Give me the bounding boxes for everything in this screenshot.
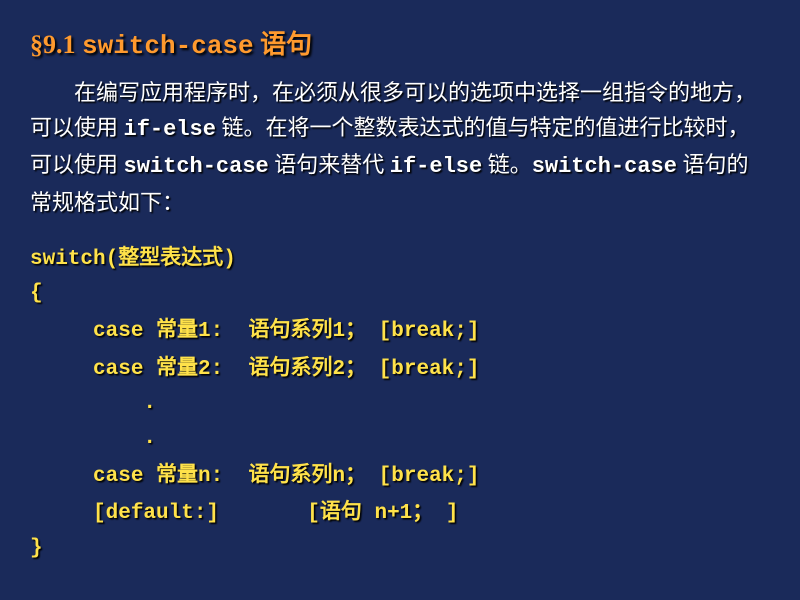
code-l1b: 整型表达式 [118,245,223,269]
code-l8c: n+1 [362,502,412,525]
code-l2: { [30,282,43,305]
code-l8a: [default:] [ [30,502,320,525]
code-l7f: ； [345,462,366,486]
title-label: 语句 [260,30,312,59]
code-l7b: 常量 [156,462,198,486]
slide-title: §9.1 switch-case 语句 [30,24,770,61]
indent [30,75,74,110]
code-l4c: 2: [198,358,248,381]
code-l4g: [break;] [366,358,479,381]
code-l8d: ； [412,499,433,523]
code-l4b: 常量 [156,355,198,379]
code-l7a: case [30,465,156,488]
code-l3c: 1: [198,320,248,343]
code-l3d: 语句系列 [248,317,332,341]
code-l3g: [break;] [366,320,479,343]
code-l3a: case [30,320,156,343]
para-c1: if-else [124,117,216,142]
para-t4: 链。 [482,152,532,177]
para-t3: 语句来替代 [269,152,390,177]
code-l3e: 1 [332,320,345,343]
code-l4f: ； [345,355,366,379]
code-block: switch(整型表达式) { case 常量1: 语句系列1； [break;… [30,240,770,567]
code-l9: } [30,537,43,560]
para-c2: switch-case [124,154,269,179]
body-paragraph: 在编写应用程序时，在必须从很多可以的选项中选择一组指令的地方，可以使用 if-e… [30,75,770,220]
code-l7d: 语句系列 [248,462,332,486]
code-l1c: ) [223,248,236,271]
code-l1a: switch( [30,248,118,271]
code-l3f: ； [345,317,366,341]
code-l3b: 常量 [156,317,198,341]
code-l4d: 语句系列 [248,355,332,379]
code-l4a: case [30,358,156,381]
code-l8b: 语句 [320,499,362,523]
code-l4e: 2 [332,358,345,381]
title-section: §9.1 [30,30,76,59]
code-l7e: n [332,465,345,488]
slide: §9.1 switch-case 语句 在编写应用程序时，在必须从很多可以的选项… [0,0,800,600]
code-l7c: n: [198,465,248,488]
code-l5: . [30,392,156,415]
code-l7g: [break;] [366,465,479,488]
code-l8e: ] [433,502,458,525]
para-c3: if-else [390,154,482,179]
code-l6: . [30,427,156,450]
title-code: switch-case [82,31,254,61]
para-c4: switch-case [532,154,677,179]
